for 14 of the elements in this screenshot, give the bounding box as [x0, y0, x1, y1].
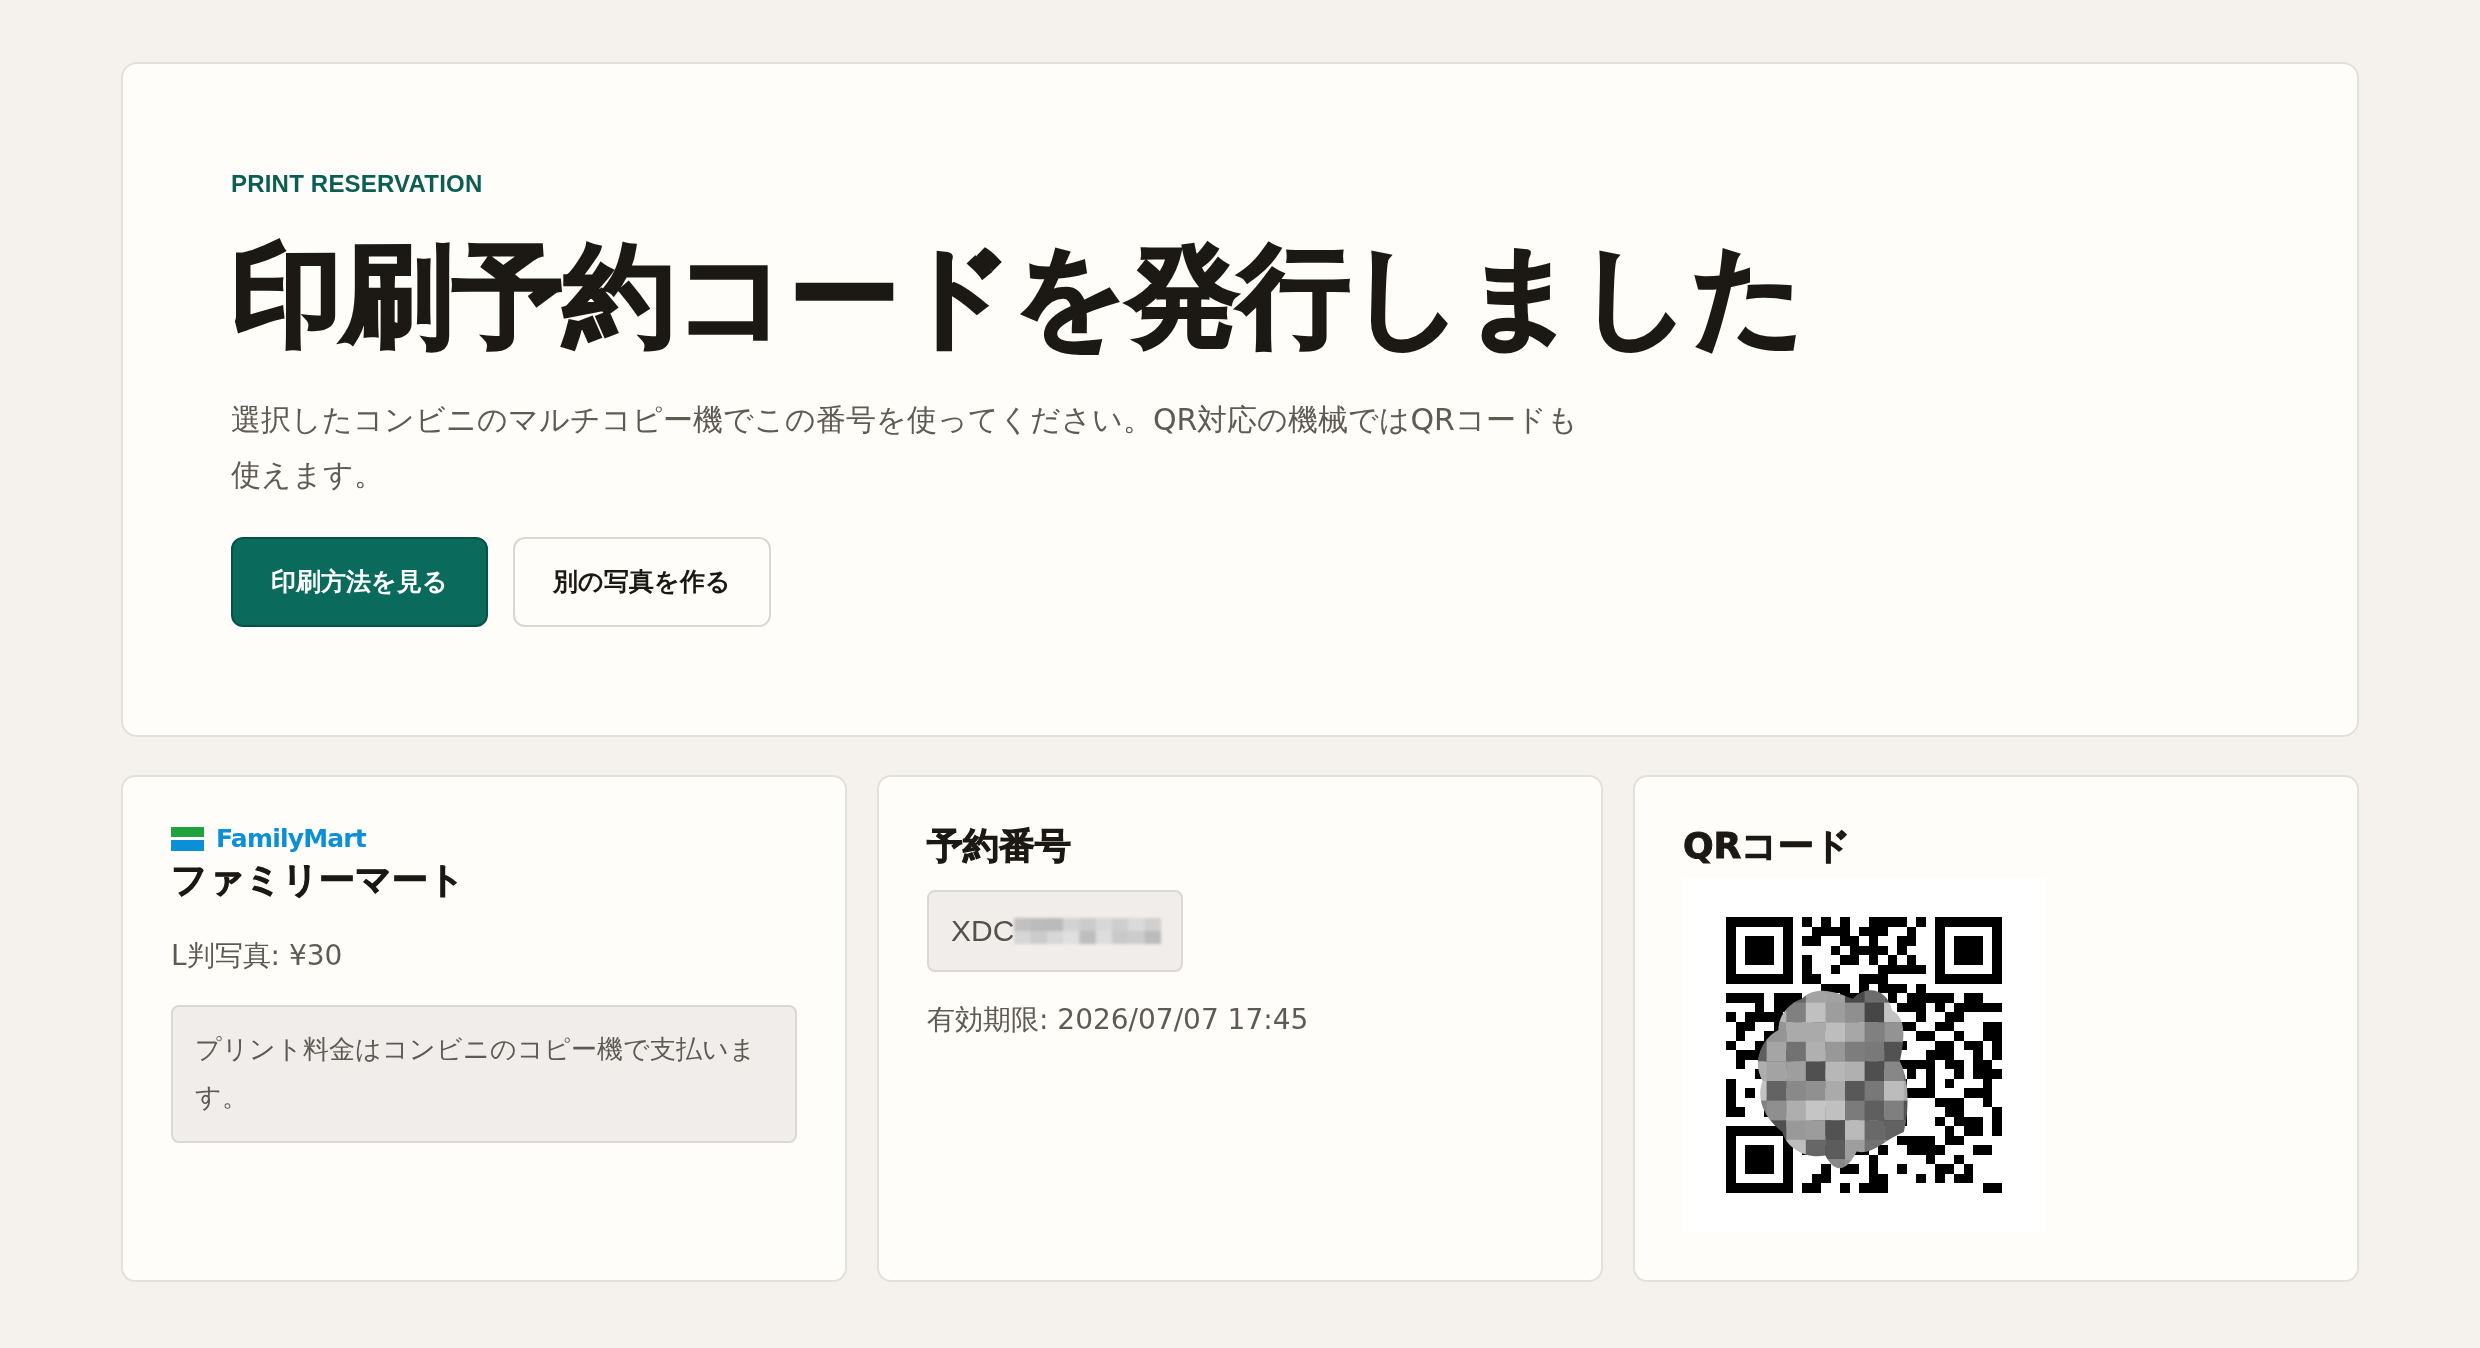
description-text: 選択したコンビニのマルチコピー機でこの番号を使ってください。QR対応の機械ではQRコードも使えます。 — [231, 401, 1579, 494]
card-heading: 予約番号 — [927, 824, 1072, 868]
store-logo-text: FamilyMart — [216, 824, 366, 854]
striped-logo-icon — [171, 827, 204, 851]
print-guide-button[interactable]: 印刷方法を見る — [231, 537, 488, 627]
new-photo-button[interactable]: 別の写真を作る — [513, 537, 771, 627]
reservation-code: XDC — [951, 913, 1015, 948]
card-heading: QRコード — [1683, 824, 1853, 868]
price-text: L判写真: ¥30 — [171, 937, 344, 974]
eyebrow-label: PRINT RESERVATION — [231, 170, 484, 199]
store-name: ファミリーマート — [171, 858, 466, 902]
expiry-text: 有効期限: 2026/07/07 17:45 — [927, 1001, 1310, 1038]
page-title: 印刷予約コードを発行しました — [231, 229, 1807, 362]
payment-note: プリント料金はコンビニのコピー機で支払います。 — [171, 1004, 797, 1143]
